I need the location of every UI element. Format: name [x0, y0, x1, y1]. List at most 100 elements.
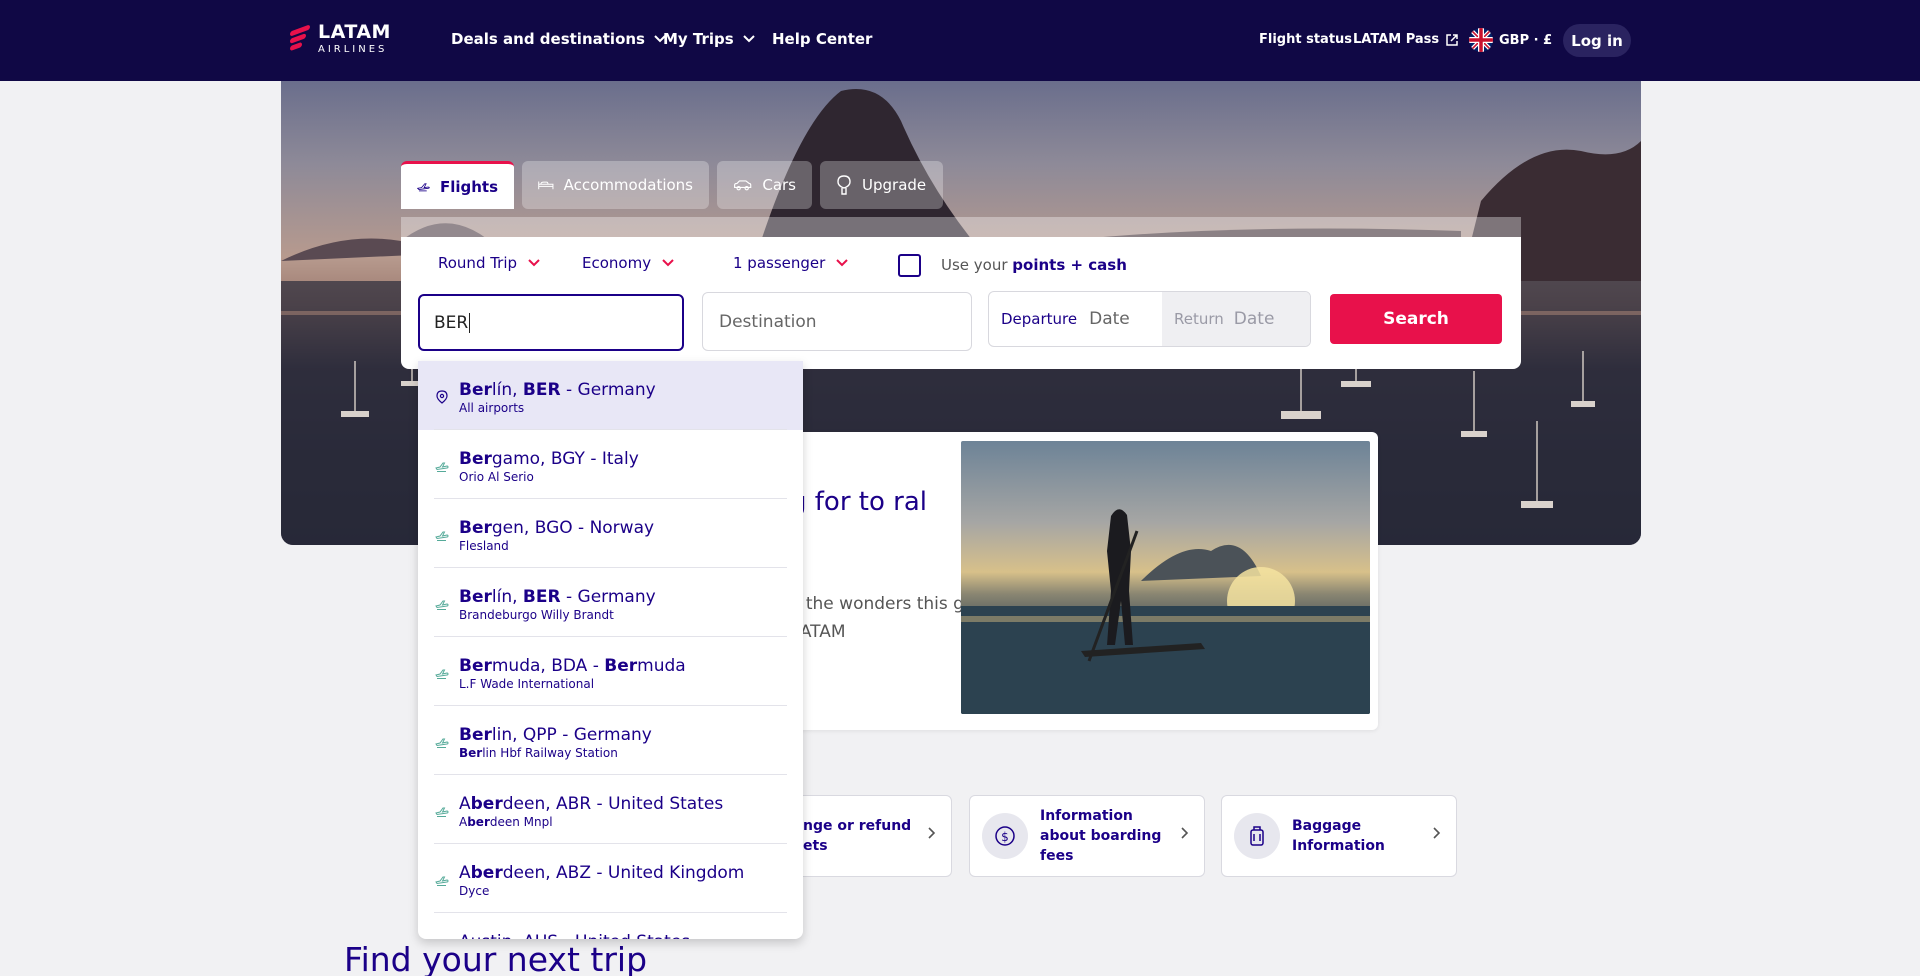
- info-card-boarding-fees[interactable]: $ Information about boarding fees: [969, 795, 1205, 877]
- cabin-select[interactable]: Economy: [582, 254, 675, 272]
- text-caret: [469, 312, 471, 333]
- latam-pass-link[interactable]: LATAM Pass: [1353, 32, 1459, 47]
- date-range-field: Departure Date Return Date: [988, 291, 1311, 347]
- match-text: A: [459, 815, 468, 829]
- match-text: muda, BDA -: [491, 656, 605, 676]
- suggestion-subtitle: Berlin Hbf Railway Station: [459, 745, 803, 761]
- paddleboard-photo: [961, 441, 1370, 714]
- suggestion-item[interactable]: Berlin, QPP - Germany Berlin Hbf Railway …: [418, 706, 803, 775]
- tab-label: Accommodations: [563, 176, 693, 194]
- nav-label: My Trips: [663, 30, 734, 48]
- info-card-label: nge or refund ets: [803, 818, 912, 854]
- match-text: deen Mnpl: [489, 815, 553, 829]
- match-text: deen, ABZ - United Kingdom: [502, 863, 745, 883]
- suggestion-title: Berlín, BER - Germany: [459, 380, 803, 400]
- baggage-icon: [1234, 813, 1280, 859]
- tab-flights[interactable]: Flights: [401, 161, 514, 209]
- plane-small-icon: [435, 734, 449, 748]
- tab-cars[interactable]: Cars: [717, 161, 812, 209]
- chevron-down-icon: [662, 259, 674, 267]
- suggestion-title: Aberdeen, ABZ - United Kingdom: [459, 863, 803, 883]
- cabin-label: Economy: [582, 254, 652, 272]
- suggestion-item[interactable]: Bergamo, BGY - Italy Orio Al Serio: [418, 430, 803, 499]
- suggestion-item[interactable]: Bergen, BGO - Norway Flesland: [418, 499, 803, 568]
- suggestion-item[interactable]: Berlín, BER - Germany Brandeburgo Willy B…: [418, 568, 803, 637]
- tab-accommodations[interactable]: Accommodations: [522, 161, 709, 209]
- tab-label: Upgrade: [862, 176, 927, 194]
- match-text: A: [459, 794, 471, 814]
- info-card-label: Information about boarding fees: [1040, 808, 1162, 864]
- suggestion-title: Bergamo, BGY - Italy: [459, 449, 803, 469]
- destination-input[interactable]: Destination: [702, 292, 972, 351]
- origin-suggestions-dropdown: Berlín, BER - Germany All airports Bergamo…: [418, 361, 803, 939]
- trip-type-label: Round Trip: [438, 254, 518, 272]
- match-text: L.F Wade International: [459, 677, 595, 691]
- suggestion-item[interactable]: Berlín, BER - Germany All airports: [418, 361, 803, 430]
- info-card-label: Baggage Information: [1292, 818, 1385, 854]
- match-text: Ber: [459, 746, 483, 760]
- match-text: lín,: [491, 587, 523, 607]
- login-button[interactable]: Log in: [1563, 24, 1631, 57]
- origin-value: BER: [434, 312, 469, 333]
- passenger-select[interactable]: 1 passenger: [733, 254, 849, 272]
- nav-my-trips[interactable]: My Trips: [663, 30, 756, 48]
- chevron-down-icon: [528, 259, 540, 267]
- uk-flag-icon: [1469, 28, 1493, 52]
- match-text: Flesland: [459, 539, 509, 553]
- tab-label: Cars: [762, 176, 796, 194]
- match-text: - Germany: [560, 380, 656, 400]
- suggestion-title: Austin, AUS - United States: [459, 932, 803, 939]
- tab-label: Flights: [439, 177, 498, 196]
- departure-label: Departure: [1001, 310, 1078, 328]
- match-text: Ber: [604, 656, 638, 676]
- currency-selector[interactable]: GBP · £: [1469, 28, 1552, 52]
- passenger-label: 1 passenger: [733, 254, 826, 272]
- points-cash-checkbox[interactable]: [898, 254, 921, 277]
- match-text: Dyce: [459, 884, 490, 898]
- car-icon: [734, 180, 752, 191]
- logo-sub-text: AIRLINES: [318, 44, 388, 55]
- flight-status-link[interactable]: Flight status: [1259, 32, 1352, 47]
- points-cash-label: Use your points + cash: [941, 256, 1127, 274]
- destination-placeholder: Destination: [719, 311, 817, 332]
- chevron-right-icon: [928, 827, 936, 839]
- location-pin-icon: [435, 389, 449, 404]
- search-button[interactable]: Search: [1330, 294, 1502, 344]
- origin-input[interactable]: BER: [418, 294, 684, 351]
- tab-strip-background: [401, 217, 1521, 237]
- suggestion-title: Bermuda, BDA - Bermuda: [459, 656, 803, 676]
- match-text: muda: [637, 656, 686, 676]
- match-text: ber: [470, 863, 503, 883]
- match-text: Ber: [459, 725, 492, 745]
- suggestion-title: Aberdeen, ABR - United States: [459, 794, 803, 814]
- latam-logo[interactable]: LATAM AIRLINES: [290, 22, 400, 56]
- plane-small-icon: [435, 803, 449, 817]
- departure-date-field[interactable]: Departure Date: [989, 292, 1162, 346]
- nav-deals-destinations[interactable]: Deals and destinations: [451, 30, 667, 48]
- latam-pass-label: LATAM Pass: [1353, 32, 1440, 47]
- info-card-baggage[interactable]: Baggage Information: [1221, 795, 1457, 877]
- suggestion-subtitle: L.F Wade International: [459, 676, 803, 692]
- return-date-field[interactable]: Return Date: [1162, 292, 1310, 346]
- nav-help-center[interactable]: Help Center: [772, 30, 872, 48]
- trip-type-select[interactable]: Round Trip: [438, 254, 541, 272]
- suggestion-subtitle: Brandeburgo Willy Brandt: [459, 607, 803, 623]
- suggestion-subtitle: All airports: [459, 400, 803, 416]
- plane-small-icon: [435, 872, 449, 886]
- nav-label: Deals and destinations: [451, 30, 645, 48]
- suggestion-item[interactable]: Aberdeen, ABR - United States Aberdeen Mn…: [418, 775, 803, 844]
- tab-upgrade[interactable]: Upgrade: [820, 161, 943, 209]
- match-text: Ber: [459, 587, 492, 607]
- suggestion-title: Berlin, QPP - Germany: [459, 725, 803, 745]
- suggestion-item[interactable]: Bermuda, BDA - Bermuda L.F Wade Internati…: [418, 637, 803, 706]
- match-text: lin, QPP - Germany: [491, 725, 652, 745]
- match-text: BER: [522, 587, 561, 607]
- suggestion-title: Berlín, BER - Germany: [459, 587, 803, 607]
- suggestion-subtitle: Flesland: [459, 538, 803, 554]
- match-text: - Germany: [560, 587, 656, 607]
- match-text: All airports: [459, 401, 525, 415]
- chevron-down-icon: [836, 259, 849, 267]
- match-text: Ber: [459, 656, 492, 676]
- suggestion-item[interactable]: Austin, AUS - United States: [418, 913, 803, 939]
- suggestion-item[interactable]: Aberdeen, ABZ - United Kingdom Dyce: [418, 844, 803, 913]
